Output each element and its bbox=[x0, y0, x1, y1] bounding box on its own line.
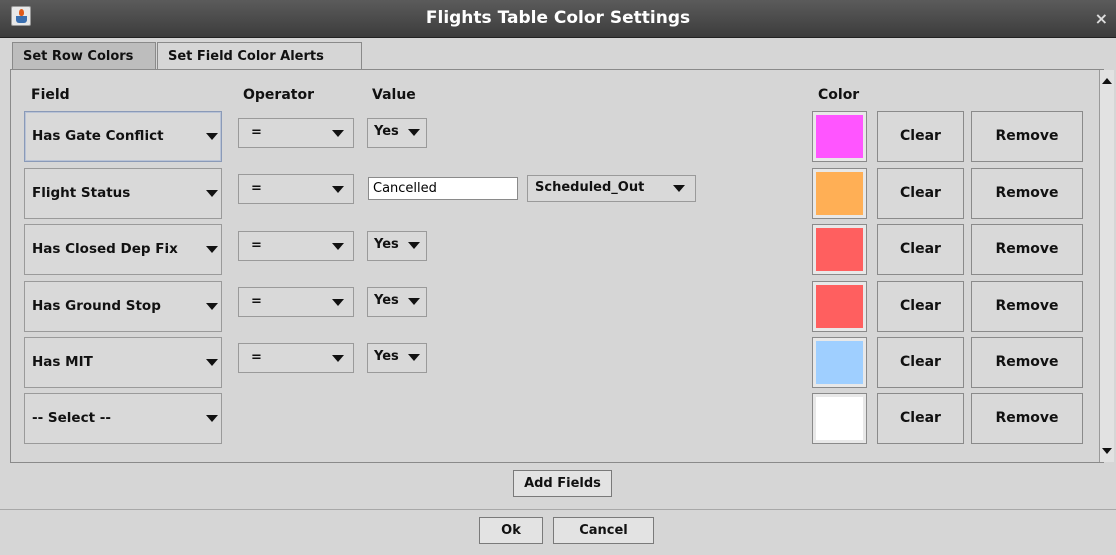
color-swatch[interactable] bbox=[812, 111, 867, 162]
color-swatch[interactable] bbox=[812, 393, 867, 444]
value-column-header: Value bbox=[372, 87, 416, 103]
value-select[interactable]: Yes bbox=[367, 118, 427, 148]
chevron-down-icon bbox=[332, 186, 344, 193]
clear-button[interactable]: Clear bbox=[877, 111, 964, 162]
remove-button[interactable]: Remove bbox=[971, 224, 1083, 275]
chevron-down-icon bbox=[673, 185, 685, 192]
close-icon[interactable]: × bbox=[1095, 9, 1108, 28]
operator-select[interactable]: = bbox=[238, 287, 354, 317]
value-select-value: Yes bbox=[374, 349, 399, 364]
chevron-down-icon bbox=[408, 354, 420, 361]
divider bbox=[0, 509, 1116, 510]
ok-button[interactable]: Ok bbox=[479, 517, 543, 544]
chevron-down-icon bbox=[408, 298, 420, 305]
title-bar: Flights Table Color Settings × bbox=[0, 0, 1116, 38]
chevron-down-icon bbox=[408, 242, 420, 249]
field-select-value: -- Select -- bbox=[32, 410, 111, 426]
remove-button[interactable]: Remove bbox=[971, 111, 1083, 162]
chevron-down-icon bbox=[332, 243, 344, 250]
chevron-down-icon bbox=[206, 303, 218, 310]
operator-select-value: = bbox=[251, 181, 262, 196]
remove-button[interactable]: Remove bbox=[971, 281, 1083, 332]
operator-select-value: = bbox=[251, 125, 262, 140]
value-select-value: Yes bbox=[374, 124, 399, 139]
operator-select[interactable]: = bbox=[238, 231, 354, 261]
field-select[interactable]: Has MIT bbox=[24, 337, 222, 388]
field-select[interactable]: Has Ground Stop bbox=[24, 281, 222, 332]
operator-select-value: = bbox=[251, 238, 262, 253]
scroll-up-icon[interactable] bbox=[1102, 78, 1112, 84]
value-select-value: Scheduled_Out bbox=[535, 180, 645, 195]
color-fill bbox=[816, 115, 863, 158]
remove-button[interactable]: Remove bbox=[971, 337, 1083, 388]
field-select-value: Has MIT bbox=[32, 354, 93, 370]
value-select[interactable]: Yes bbox=[367, 287, 427, 317]
chevron-down-icon bbox=[408, 129, 420, 136]
window-title: Flights Table Color Settings bbox=[425, 8, 691, 28]
field-select-value: Has Gate Conflict bbox=[32, 128, 164, 144]
chevron-down-icon bbox=[206, 133, 218, 140]
color-swatch[interactable] bbox=[812, 337, 867, 388]
chevron-down-icon bbox=[206, 415, 218, 422]
value-select[interactable]: Scheduled_Out bbox=[527, 175, 696, 202]
clear-button[interactable]: Clear bbox=[877, 281, 964, 332]
value-select[interactable]: Yes bbox=[367, 343, 427, 373]
row-colors-panel: Field Operator Value Color Has Gate Conf… bbox=[10, 69, 1114, 463]
color-swatch[interactable] bbox=[812, 224, 867, 275]
field-select[interactable]: Flight Status bbox=[24, 168, 222, 219]
clear-button[interactable]: Clear bbox=[877, 337, 964, 388]
remove-button[interactable]: Remove bbox=[971, 168, 1083, 219]
clear-button[interactable]: Clear bbox=[877, 168, 964, 219]
operator-select[interactable]: = bbox=[238, 118, 354, 148]
chevron-down-icon bbox=[332, 355, 344, 362]
color-fill bbox=[816, 341, 863, 384]
chevron-down-icon bbox=[206, 246, 218, 253]
field-select[interactable]: -- Select -- bbox=[24, 393, 222, 444]
operator-column-header: Operator bbox=[243, 87, 314, 103]
field-column-header: Field bbox=[31, 87, 70, 103]
color-fill bbox=[816, 228, 863, 271]
field-select-value: Has Ground Stop bbox=[32, 298, 161, 314]
chevron-down-icon bbox=[206, 359, 218, 366]
chevron-down-icon bbox=[332, 130, 344, 137]
color-fill bbox=[816, 172, 863, 215]
cancel-button[interactable]: Cancel bbox=[553, 517, 654, 544]
field-select-value: Has Closed Dep Fix bbox=[32, 241, 178, 257]
color-fill bbox=[816, 397, 863, 440]
vertical-scrollbar[interactable] bbox=[1099, 70, 1114, 462]
operator-select-value: = bbox=[251, 350, 262, 365]
clear-button[interactable]: Clear bbox=[877, 393, 964, 444]
scroll-down-icon[interactable] bbox=[1102, 448, 1112, 454]
value-select[interactable]: Yes bbox=[367, 231, 427, 261]
value-select-value: Yes bbox=[374, 237, 399, 252]
add-fields-button[interactable]: Add Fields bbox=[513, 470, 612, 497]
value-select-value: Yes bbox=[374, 293, 399, 308]
remove-button[interactable]: Remove bbox=[971, 393, 1083, 444]
clear-button[interactable]: Clear bbox=[877, 224, 964, 275]
value-text-input[interactable] bbox=[368, 177, 518, 200]
field-select[interactable]: Has Gate Conflict bbox=[24, 111, 222, 162]
chevron-down-icon bbox=[332, 299, 344, 306]
operator-select-value: = bbox=[251, 294, 262, 309]
tab-set-row-colors[interactable]: Set Row Colors bbox=[12, 42, 156, 69]
color-swatch[interactable] bbox=[812, 281, 867, 332]
color-fill bbox=[816, 285, 863, 328]
color-column-header: Color bbox=[818, 87, 860, 103]
operator-select[interactable]: = bbox=[238, 343, 354, 373]
operator-select[interactable]: = bbox=[238, 174, 354, 204]
field-select[interactable]: Has Closed Dep Fix bbox=[24, 224, 222, 275]
field-select-value: Flight Status bbox=[32, 185, 131, 201]
chevron-down-icon bbox=[206, 190, 218, 197]
tab-set-field-color-alerts[interactable]: Set Field Color Alerts bbox=[157, 42, 362, 69]
color-swatch[interactable] bbox=[812, 168, 867, 219]
